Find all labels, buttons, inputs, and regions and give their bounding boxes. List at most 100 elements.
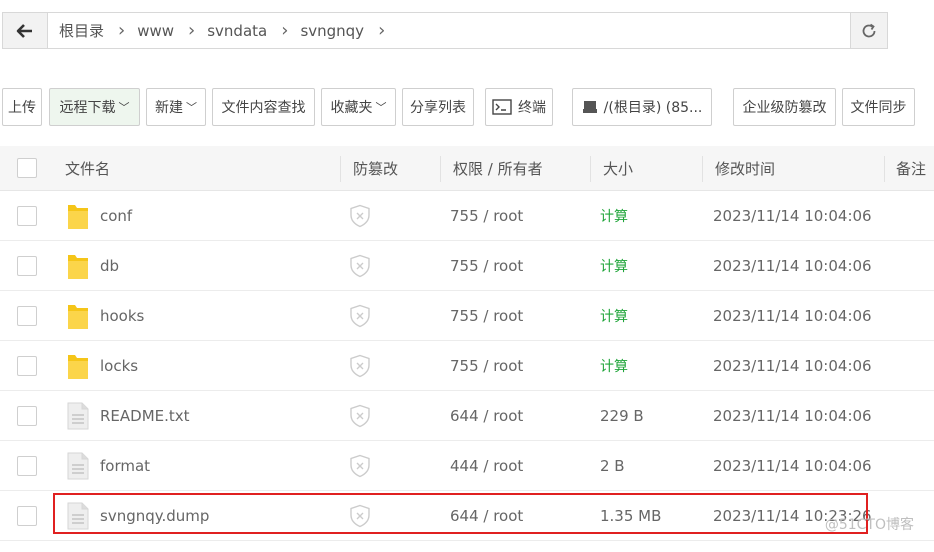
table-row[interactable]: svngnqy.dump 644 / root 1.35 MB 2023/11/14 … <box>0 491 934 541</box>
row-checkbox[interactable] <box>17 206 37 226</box>
remote-download-button[interactable]: 远程下载 ﹀ <box>49 88 140 126</box>
col-tamper-label: 防篡改 <box>353 160 399 178</box>
upload-button[interactable]: 上传 <box>2 88 42 126</box>
tamper-enterprise-label: 企业级防篡改 <box>742 100 827 116</box>
shield-icon <box>350 204 370 228</box>
table-row[interactable]: db 755 / root 计算 2023/11/14 10:04:06 <box>0 241 934 291</box>
folder-icon <box>68 205 88 229</box>
table-row[interactable]: hooks 755 / root 计算 2023/11/14 10:04:06 <box>0 291 934 341</box>
shield-icon <box>350 454 370 478</box>
tamper-toggle[interactable] <box>349 304 371 332</box>
file-name[interactable]: format <box>100 441 150 491</box>
disk-label: /(根目录) (85... <box>603 100 703 116</box>
breadcrumb-label: www <box>137 21 175 40</box>
shield-icon <box>350 404 370 428</box>
tamper-toggle[interactable] <box>349 504 371 532</box>
folder-icon <box>68 305 88 329</box>
path-bar: 根目录 › www › svndata › svngnqy › <box>2 12 888 49</box>
row-checkbox[interactable] <box>17 406 37 426</box>
favorites-button[interactable]: 收藏夹 ﹀ <box>321 88 396 126</box>
select-all-checkbox[interactable] <box>17 158 37 178</box>
shield-icon <box>350 254 370 278</box>
breadcrumb-item-www[interactable]: www › <box>137 20 207 41</box>
file-permission[interactable]: 444 / root <box>450 441 523 491</box>
file-permission[interactable]: 644 / root <box>450 491 523 541</box>
calculate-size-link[interactable]: 计算 <box>600 291 628 341</box>
refresh-button[interactable] <box>850 13 887 48</box>
table-row[interactable]: conf 755 / root 计算 2023/11/14 10:04:06 <box>0 191 934 241</box>
row-checkbox[interactable] <box>17 356 37 376</box>
tamper-toggle[interactable] <box>349 454 371 482</box>
breadcrumb-label: svngnqy <box>300 21 365 40</box>
terminal-button[interactable]: 终端 <box>485 88 553 126</box>
folder-icon <box>68 255 88 279</box>
file-sync-button[interactable]: 文件同步 <box>842 88 915 126</box>
chevron-right-icon: › <box>378 20 386 41</box>
file-name[interactable]: conf <box>100 191 132 241</box>
file-name[interactable]: hooks <box>100 291 144 341</box>
file-type-icon <box>67 402 89 434</box>
breadcrumb-label: 根目录 <box>59 22 105 40</box>
tamper-toggle[interactable] <box>349 254 371 282</box>
col-perm-label: 权限 / 所有者 <box>453 160 543 178</box>
file-permission[interactable]: 755 / root <box>450 241 523 291</box>
chevron-right-icon: › <box>281 20 289 41</box>
col-mtime[interactable]: 修改时间 <box>715 146 775 191</box>
tamper-enterprise-button[interactable]: 企业级防篡改 <box>733 88 836 126</box>
col-size[interactable]: 大小 <box>603 146 633 191</box>
file-mtime: 2023/11/14 10:04:06 <box>713 257 872 275</box>
col-name[interactable]: 文件名 <box>65 146 110 191</box>
search-content-label: 文件内容查找 <box>221 100 306 116</box>
row-checkbox[interactable] <box>17 456 37 476</box>
chevron-down-icon: ﹀ <box>375 101 387 114</box>
file-mtime: 2023/11/14 10:04:06 <box>713 457 872 475</box>
file-permission[interactable]: 644 / root <box>450 391 523 441</box>
disk-button[interactable]: /(根目录) (85... <box>572 88 712 126</box>
row-checkbox[interactable] <box>17 306 37 326</box>
table-row[interactable]: format 444 / root 2 B 2023/11/14 10:04:06 <box>0 441 934 491</box>
col-name-label: 文件名 <box>65 160 111 178</box>
table-row[interactable]: README.txt 644 / root 229 B 2023/11/14 10:0… <box>0 391 934 441</box>
remote-download-label: 远程下载 <box>59 100 116 116</box>
search-content-button[interactable]: 文件内容查找 <box>212 88 315 126</box>
new-button[interactable]: 新建 ﹀ <box>146 88 206 126</box>
terminal-icon <box>492 99 512 115</box>
col-note: 备注 <box>896 146 926 191</box>
file-type-icon <box>67 452 89 484</box>
file-permission[interactable]: 755 / root <box>450 341 523 391</box>
tamper-toggle[interactable] <box>349 354 371 382</box>
file-size: 229 B <box>600 407 644 425</box>
chevron-right-icon: › <box>188 20 196 41</box>
calculate-size-link[interactable]: 计算 <box>600 191 628 241</box>
file-name[interactable]: db <box>100 241 119 291</box>
row-checkbox[interactable] <box>17 506 37 526</box>
breadcrumb-item-svngnqy[interactable]: svngnqy › <box>300 20 397 41</box>
file-mtime: 2023/11/14 10:04:06 <box>713 307 872 325</box>
calculate-size-link[interactable]: 计算 <box>600 241 628 291</box>
file-size: 2 B <box>600 457 625 475</box>
tamper-toggle[interactable] <box>349 204 371 232</box>
table-row[interactable]: locks 755 / root 计算 2023/11/14 10:04:06 <box>0 341 934 391</box>
file-mtime: 2023/11/14 10:04:06 <box>713 407 872 425</box>
column-divider <box>884 156 885 182</box>
share-list-button[interactable]: 分享列表 <box>402 88 474 126</box>
file-name[interactable]: README.txt <box>100 391 190 441</box>
file-permission[interactable]: 755 / root <box>450 191 523 241</box>
file-mtime: 2023/11/14 10:04:06 <box>713 357 872 375</box>
row-checkbox[interactable] <box>17 256 37 276</box>
arrow-left-icon <box>16 23 32 38</box>
file-name[interactable]: locks <box>100 341 138 391</box>
chevron-down-icon: ﹀ <box>186 101 197 114</box>
file-name[interactable]: svngnqy.dump <box>100 491 209 541</box>
breadcrumb-item-svndata[interactable]: svndata › <box>207 20 300 41</box>
breadcrumb: 根目录 › www › svndata › svngnqy › <box>59 13 397 48</box>
calculate-size-link[interactable]: 计算 <box>600 341 628 391</box>
shield-icon <box>350 304 370 328</box>
file-permission[interactable]: 755 / root <box>450 291 523 341</box>
col-perm[interactable]: 权限 / 所有者 <box>453 146 543 191</box>
tamper-toggle[interactable] <box>349 404 371 432</box>
column-divider <box>590 156 591 182</box>
breadcrumb-item-root[interactable]: 根目录 › <box>59 20 137 41</box>
hard-drive-icon <box>582 101 597 113</box>
back-button[interactable] <box>3 13 48 48</box>
